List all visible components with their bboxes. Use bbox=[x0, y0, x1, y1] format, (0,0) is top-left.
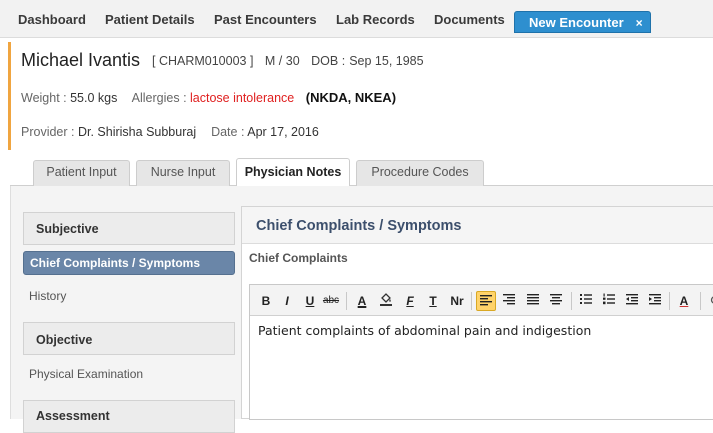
chief-complaints-label: Chief Complaints bbox=[249, 251, 348, 265]
font-family-button[interactable]: F bbox=[400, 291, 420, 311]
patient-vitals-line: Weight : 55.0 kgs Allergies : lactose in… bbox=[21, 90, 396, 105]
editor-toolbar: B I U abc A F T Nr bbox=[250, 285, 713, 316]
nav-tab-documents[interactable]: Documents bbox=[434, 12, 505, 27]
patient-name: Michael Ivantis bbox=[21, 50, 140, 71]
rich-text-editor[interactable]: B I U abc A F T Nr bbox=[249, 284, 713, 420]
bold-button[interactable]: B bbox=[256, 291, 276, 311]
text-color-button[interactable]: A bbox=[352, 291, 372, 311]
fill-color-icon[interactable] bbox=[376, 291, 396, 311]
sidebar-item-history[interactable]: History bbox=[23, 285, 235, 307]
close-icon[interactable]: × bbox=[636, 16, 643, 30]
content-area: Subjective Chief Complaints / Symptoms H… bbox=[10, 186, 713, 419]
chief-complaints-panel: Chief Complaints / Symptoms Chief Compla… bbox=[241, 206, 713, 419]
top-navigation: Dashboard Patient Details Past Encounter… bbox=[0, 0, 713, 38]
nkda-nkea-badge: (NKDA, NKEA) bbox=[306, 90, 396, 105]
encounter-subtabs: Patient Input Nurse Input Physician Note… bbox=[10, 158, 713, 186]
toolbar-divider bbox=[571, 292, 572, 310]
normal-format-button[interactable]: Nr bbox=[446, 291, 468, 311]
provider-value: Dr. Shirisha Subburaj bbox=[78, 125, 196, 139]
bullet-list-icon[interactable] bbox=[576, 291, 596, 311]
patient-dob-label: DOB : bbox=[311, 54, 345, 68]
section-sidebar: Subjective Chief Complaints / Symptoms H… bbox=[23, 206, 237, 419]
patient-header: Michael Ivantis [ CHARM010003 ] M / 30 D… bbox=[8, 42, 713, 150]
strikethrough-button[interactable]: abc bbox=[321, 291, 341, 311]
spellcheck-button[interactable]: A bbox=[674, 291, 694, 311]
toolbar-divider bbox=[669, 292, 670, 310]
indent-icon[interactable] bbox=[645, 291, 665, 311]
align-left-icon[interactable] bbox=[476, 291, 496, 311]
allergies-label: Allergies : bbox=[132, 91, 187, 105]
date-value: Apr 17, 2016 bbox=[247, 125, 319, 139]
numbered-list-icon[interactable] bbox=[599, 291, 619, 311]
align-center-icon[interactable] bbox=[546, 291, 566, 311]
outdent-icon[interactable] bbox=[622, 291, 642, 311]
sidebar-item-physical-examination[interactable]: Physical Examination bbox=[23, 363, 235, 385]
panel-title: Chief Complaints / Symptoms bbox=[242, 207, 713, 244]
nav-tab-dashboard[interactable]: Dashboard bbox=[18, 12, 86, 27]
nav-tab-new-encounter-label: New Encounter bbox=[529, 15, 624, 30]
patient-dob: Sep 15, 1985 bbox=[349, 54, 423, 68]
subtab-patient-input[interactable]: Patient Input bbox=[33, 160, 130, 186]
weight-label: Weight : bbox=[21, 91, 67, 105]
patient-id: [ CHARM010003 ] bbox=[152, 54, 253, 68]
underline-button[interactable]: U bbox=[300, 291, 320, 311]
toolbar-divider bbox=[346, 292, 347, 310]
more-options-icon[interactable] bbox=[705, 291, 713, 311]
chief-complaints-text[interactable]: Patient complaints of abdominal pain and… bbox=[258, 323, 591, 338]
section-objective[interactable]: Objective bbox=[23, 322, 235, 355]
align-right-icon[interactable] bbox=[499, 291, 519, 311]
weight-value: 55.0 kgs bbox=[70, 91, 117, 105]
align-justify-icon[interactable] bbox=[523, 291, 543, 311]
nav-tab-patient-details[interactable]: Patient Details bbox=[105, 12, 195, 27]
subtab-physician-notes[interactable]: Physician Notes bbox=[236, 158, 350, 187]
nav-tab-past-encounters[interactable]: Past Encounters bbox=[214, 12, 317, 27]
sidebar-item-chief-complaints[interactable]: Chief Complaints / Symptoms bbox=[23, 251, 235, 275]
allergies-value: lactose intolerance bbox=[190, 91, 294, 105]
subtab-nurse-input[interactable]: Nurse Input bbox=[136, 160, 230, 186]
subtab-procedure-codes[interactable]: Procedure Codes bbox=[356, 160, 484, 186]
italic-button[interactable]: I bbox=[277, 291, 297, 311]
patient-gender-age: M / 30 bbox=[265, 54, 300, 68]
section-subjective[interactable]: Subjective bbox=[23, 212, 235, 245]
nav-tab-new-encounter[interactable]: New Encounter × bbox=[514, 11, 651, 33]
toolbar-divider bbox=[700, 292, 701, 310]
toolbar-divider bbox=[471, 292, 472, 310]
nav-tab-lab-records[interactable]: Lab Records bbox=[336, 12, 415, 27]
patient-id-line: [ CHARM010003 ] M / 30 DOB : Sep 15, 1985 bbox=[152, 54, 432, 68]
date-label: Date : bbox=[211, 125, 244, 139]
provider-label: Provider : bbox=[21, 125, 75, 139]
section-assessment[interactable]: Assessment bbox=[23, 400, 235, 433]
patient-provider-line: Provider : Dr. Shirisha Subburaj Date : … bbox=[21, 125, 319, 139]
font-size-button[interactable]: T bbox=[423, 291, 443, 311]
